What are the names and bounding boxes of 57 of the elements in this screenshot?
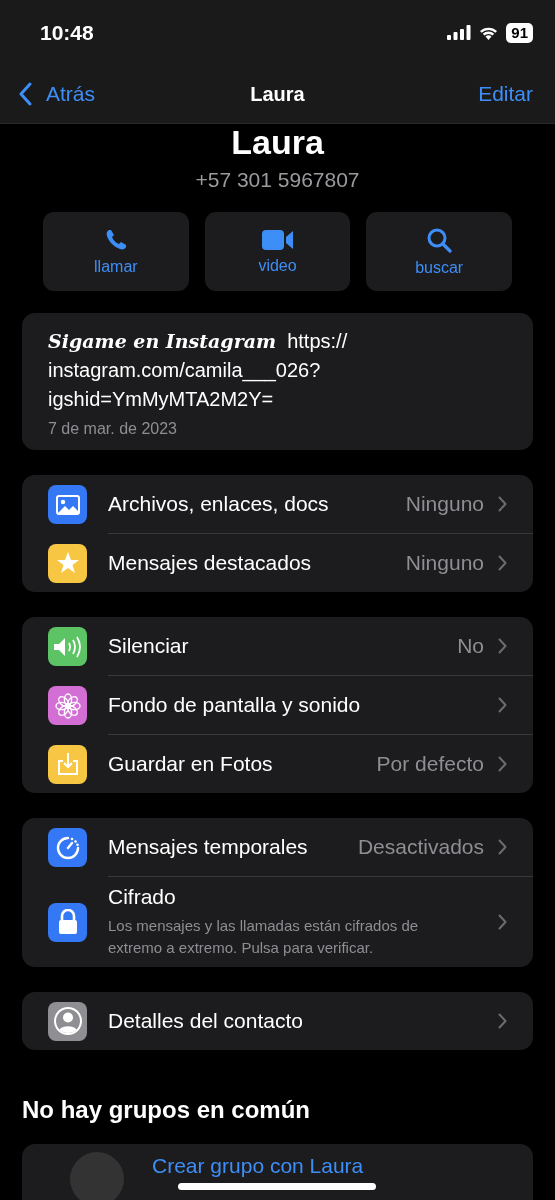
download-icon <box>48 744 87 784</box>
chevron-icon <box>498 839 507 855</box>
chevron-icon <box>498 638 507 654</box>
wifi-icon <box>478 25 500 40</box>
row-label: Mensajes destacados <box>108 551 313 575</box>
row-value: Desactivados <box>357 835 484 859</box>
flower-icon <box>48 686 87 725</box>
row-value: Por defecto <box>376 752 484 776</box>
back-chevron-icon <box>18 82 32 106</box>
chevron-icon <box>498 1013 507 1029</box>
image-icon <box>48 485 87 524</box>
chevron-icon <box>498 555 507 571</box>
row-value: Ninguno <box>405 492 484 516</box>
person-icon <box>48 1001 87 1041</box>
row-description: Los mensajes y las llamadas están cifrados de extremo a extremo. Pulsa para verificar. <box>108 916 420 958</box>
edit-button[interactable]: Editar <box>478 82 533 106</box>
row-label: Detalles del contacto <box>108 1009 304 1033</box>
settings-row[interactable]: Detalles del contacto <box>22 992 533 1050</box>
lock-icon <box>48 902 87 942</box>
row-value: Ninguno <box>405 551 484 575</box>
chevron-icon <box>498 914 507 930</box>
settings-row[interactable]: Fondo de pantalla y sonido <box>22 676 533 735</box>
section-heading: No hay grupos en común <box>22 1096 312 1124</box>
create-group-link[interactable]: Crear grupo con Laura <box>152 1154 364 1178</box>
row-label: Guardar en Fotos <box>108 752 274 776</box>
about-date: 7 de mar. de 2023 <box>48 420 178 438</box>
settings-row[interactable]: Cifrado Los mensajes y las llamadas están cifrados de extremo a extremo. Pulsa para verificar. <box>22 877 533 967</box>
about-text: Sigame en Instagram https://instagram.com/camila___026?igshid=YmMyMTA2M2Y= <box>48 329 349 412</box>
status-time: 10:48 <box>40 20 94 45</box>
settings-row[interactable]: Silenciar No <box>22 617 533 676</box>
nav-title: Laura <box>250 82 305 106</box>
signal-icon <box>447 25 472 40</box>
back-button[interactable]: Atrás <box>18 82 95 106</box>
action-button[interactable]: buscar <box>366 212 512 291</box>
search-icon <box>426 226 453 253</box>
chevron-icon <box>498 496 507 512</box>
row-label: Silenciar <box>108 634 190 658</box>
action-button[interactable]: llamar <box>43 212 189 291</box>
settings-row[interactable]: Mensajes destacados Ninguno <box>22 534 533 592</box>
settings-row[interactable]: Guardar en Fotos Por defecto <box>22 735 533 793</box>
create-group-row[interactable]: Crear grupo con Laura <box>22 1144 533 1200</box>
timer-icon <box>48 828 87 867</box>
row-label: Cifrado <box>108 885 177 909</box>
action-button[interactable]: video <box>204 212 351 291</box>
chevron-icon <box>498 756 507 772</box>
settings-row[interactable]: Mensajes temporales Desactivados <box>22 818 533 877</box>
video-camera-icon <box>261 228 294 251</box>
chevron-icon <box>498 697 507 713</box>
row-label: Fondo de pantalla y sonido <box>108 693 362 717</box>
speaker-icon <box>48 627 87 666</box>
battery-indicator: 91 <box>506 22 533 43</box>
row-label: Mensajes temporales <box>108 835 309 859</box>
row-value: No <box>457 634 484 658</box>
row-label: Archivos, enlaces, docs <box>108 492 330 516</box>
settings-row[interactable]: Archivos, enlaces, docs Ninguno <box>22 475 533 534</box>
phone-number: +57 301 5967807 <box>194 168 361 192</box>
contact-name: Laura <box>230 124 325 160</box>
